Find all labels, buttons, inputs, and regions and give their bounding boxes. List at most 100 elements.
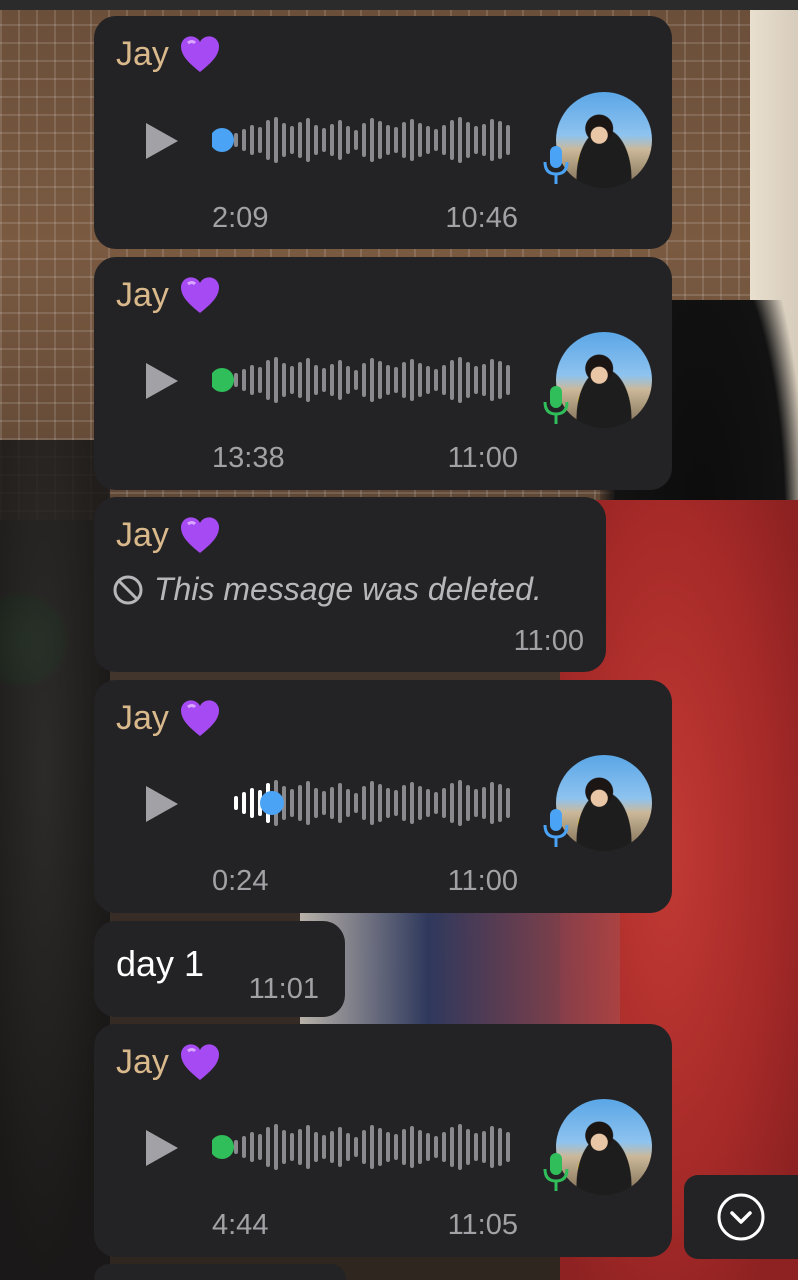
waveform-bar	[250, 365, 254, 395]
waveform-bar	[442, 788, 446, 818]
waveform-bar	[450, 120, 454, 160]
waveform-bar	[242, 792, 246, 814]
sender-name: Jay	[116, 34, 221, 74]
waveform-bar	[314, 365, 318, 395]
waveform-bar	[306, 358, 310, 402]
waveform-bar	[474, 789, 478, 817]
voice-message[interactable]: Jay 2:09 10:46	[94, 16, 672, 249]
waveform-bar	[338, 783, 342, 823]
waveform-bar	[434, 369, 438, 391]
playhead-dot[interactable]	[260, 791, 284, 815]
waveform-bar	[410, 782, 414, 824]
waveform-bar	[418, 786, 422, 820]
waveform-bar	[490, 119, 494, 161]
voice-message[interactable]: Jay 4:44 11:05	[94, 1024, 672, 1257]
sender-label: Jay	[116, 698, 169, 737]
waveform-bar	[450, 1127, 454, 1167]
waveform-bar	[506, 788, 510, 818]
voice-duration: 0:24	[212, 865, 269, 897]
play-icon[interactable]	[144, 784, 180, 824]
play-icon[interactable]	[144, 361, 180, 401]
purple-heart-icon	[180, 517, 219, 553]
waveform-bar	[330, 1131, 334, 1163]
waveform-bar	[434, 792, 438, 814]
waveform-bar	[290, 1133, 294, 1161]
waveform-bar	[418, 1130, 422, 1164]
waveform-bar	[378, 1128, 382, 1166]
waveform-bar	[378, 361, 382, 399]
waveform-bar	[234, 1140, 238, 1154]
waveform-bar	[426, 126, 430, 154]
waveform-bar	[418, 363, 422, 397]
waveform-bar	[346, 789, 350, 817]
voice-message[interactable]: Jay 0:24 11:00	[94, 680, 672, 913]
waveform-bar	[298, 785, 302, 821]
purple-heart-icon	[180, 277, 219, 313]
waveform-bar	[234, 796, 238, 810]
waveform-bar	[402, 785, 406, 821]
waveform-bar	[362, 1130, 366, 1164]
waveform-bar	[258, 127, 262, 153]
waveform-bar	[282, 123, 286, 157]
scroll-to-bottom-button[interactable]	[684, 1175, 798, 1259]
sender-avatar	[556, 1099, 652, 1195]
waveform-bar	[314, 1132, 318, 1162]
voice-message[interactable]: Jay 13:38 11:00	[94, 257, 672, 490]
waveform-bar	[354, 130, 358, 150]
waveform-slider[interactable]	[212, 777, 512, 829]
text-message[interactable]: day 1 11:01	[94, 921, 345, 1017]
waveform-bar	[370, 118, 374, 162]
waveform-bar	[322, 1135, 326, 1159]
waveform-bar	[322, 791, 326, 815]
waveform-bar	[434, 1136, 438, 1158]
voice-duration: 4:44	[212, 1209, 269, 1241]
waveform-bar	[330, 364, 334, 396]
waveform-bar	[418, 123, 422, 157]
waveform-bar	[346, 366, 350, 394]
waveform-bar	[322, 128, 326, 152]
waveform-slider[interactable]	[212, 114, 512, 166]
waveform-bar	[306, 1125, 310, 1169]
waveform-bar	[314, 125, 318, 155]
waveform-bar	[370, 358, 374, 402]
waveform-bar	[458, 780, 462, 826]
waveform-slider[interactable]	[212, 354, 512, 406]
purple-heart-icon	[180, 1044, 219, 1080]
sender-name: Jay	[116, 515, 221, 555]
sender-name: Jay	[116, 275, 221, 315]
message-time: 10:46	[445, 202, 518, 234]
deleted-notice: This message was deleted.	[112, 571, 542, 608]
next-message-partial	[94, 1264, 346, 1280]
sender-label: Jay	[116, 275, 169, 314]
waveform-bar	[362, 123, 366, 157]
waveform-bar	[290, 366, 294, 394]
playhead-dot[interactable]	[212, 368, 234, 392]
play-icon[interactable]	[144, 121, 180, 161]
deleted-message[interactable]: Jay This message was deleted. 11:00	[94, 497, 606, 672]
waveform-bar	[442, 1132, 446, 1162]
message-time: 11:01	[248, 973, 319, 1005]
waveform-slider[interactable]	[212, 1121, 512, 1173]
playhead-dot[interactable]	[212, 1135, 234, 1159]
waveform-bar	[290, 126, 294, 154]
waveform-bar	[266, 1127, 270, 1167]
microphone-icon	[543, 386, 569, 424]
waveform-bar	[298, 1129, 302, 1165]
playhead-dot[interactable]	[212, 128, 234, 152]
waveform-bar	[394, 367, 398, 393]
waveform-bar	[394, 1134, 398, 1160]
sender-label: Jay	[116, 34, 169, 73]
waveform-bar	[330, 787, 334, 819]
waveform-bar	[458, 357, 462, 403]
voice-duration: 2:09	[212, 202, 269, 234]
waveform-bar	[490, 359, 494, 401]
waveform-bar	[402, 362, 406, 398]
message-time: 11:00	[447, 865, 518, 897]
waveform-bar	[450, 783, 454, 823]
message-time: 11:00	[513, 625, 584, 657]
waveform-bar	[458, 1124, 462, 1170]
play-icon[interactable]	[144, 1128, 180, 1168]
waveform-bar	[482, 1131, 486, 1163]
waveform-bar	[410, 119, 414, 161]
waveform-bar	[250, 1132, 254, 1162]
